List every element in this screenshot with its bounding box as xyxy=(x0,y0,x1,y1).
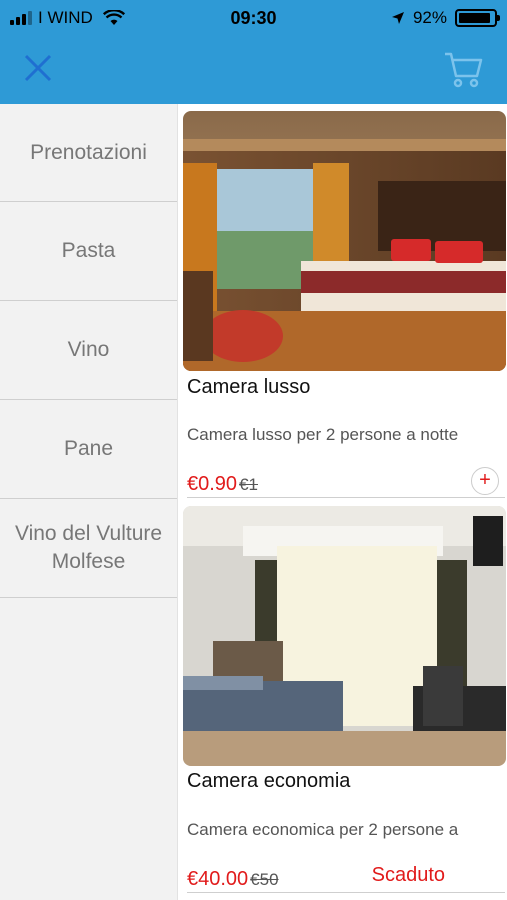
sidebar-item-vino-del-vulture[interactable]: Vino del Vulture Molfese xyxy=(0,499,177,598)
product-description: Camera lusso per 2 persone a notte xyxy=(187,425,459,444)
price-current: €0.90 xyxy=(187,473,238,495)
product-name: Camera lusso xyxy=(187,376,311,398)
top-bar: I WIND 09:30 92% xyxy=(0,0,507,104)
divider xyxy=(187,497,505,498)
sidebar-item-label: Prenotazioni xyxy=(30,140,147,164)
price-old: €1 xyxy=(239,475,258,494)
cart-button[interactable] xyxy=(441,46,485,90)
luxury-room-photo xyxy=(183,111,506,371)
expired-label: Scaduto xyxy=(371,864,445,886)
economy-room-photo xyxy=(183,506,506,766)
product-image[interactable] xyxy=(183,111,506,371)
battery-icon xyxy=(455,9,500,27)
battery-fill xyxy=(459,13,491,23)
location-arrow-icon xyxy=(391,12,404,24)
sidebar-item-label: Pasta xyxy=(61,239,116,262)
product-list: Camera lusso Camera lusso per 2 persone … xyxy=(178,104,507,900)
divider xyxy=(187,892,505,893)
close-icon xyxy=(24,54,52,82)
sidebar-item-prenotazioni[interactable]: Prenotazioni xyxy=(0,104,177,202)
add-to-cart-button[interactable]: + xyxy=(471,467,499,495)
sidebar-item-label: Pane xyxy=(63,437,114,460)
status-right: 92% xyxy=(391,8,500,28)
sidebar-item-pasta[interactable]: Pasta xyxy=(0,202,177,301)
sidebar-item-label: Vino del Vulture Molfese xyxy=(14,522,163,573)
sidebar-item-vino[interactable]: Vino xyxy=(0,301,177,400)
product-price: €40.00 €50 xyxy=(187,868,279,891)
close-button[interactable] xyxy=(20,50,56,86)
product-image[interactable] xyxy=(183,506,506,766)
cart-icon xyxy=(445,52,483,88)
product-price: €0.90 €1 xyxy=(187,473,258,496)
product-description: Camera economica per 2 persone a xyxy=(187,820,459,839)
product-name: Camera economia xyxy=(187,770,351,792)
price-current: €40.00 xyxy=(187,868,249,890)
price-old: €50 xyxy=(250,870,279,889)
battery-percent: 92% xyxy=(412,8,447,27)
status-bar: I WIND 09:30 92% xyxy=(0,0,507,36)
sidebar-item-label: Vino xyxy=(67,338,110,361)
category-sidebar: Prenotazioni Pasta Vino Pane Vino del Vu… xyxy=(0,104,178,900)
sidebar-item-pane[interactable]: Pane xyxy=(0,400,177,499)
